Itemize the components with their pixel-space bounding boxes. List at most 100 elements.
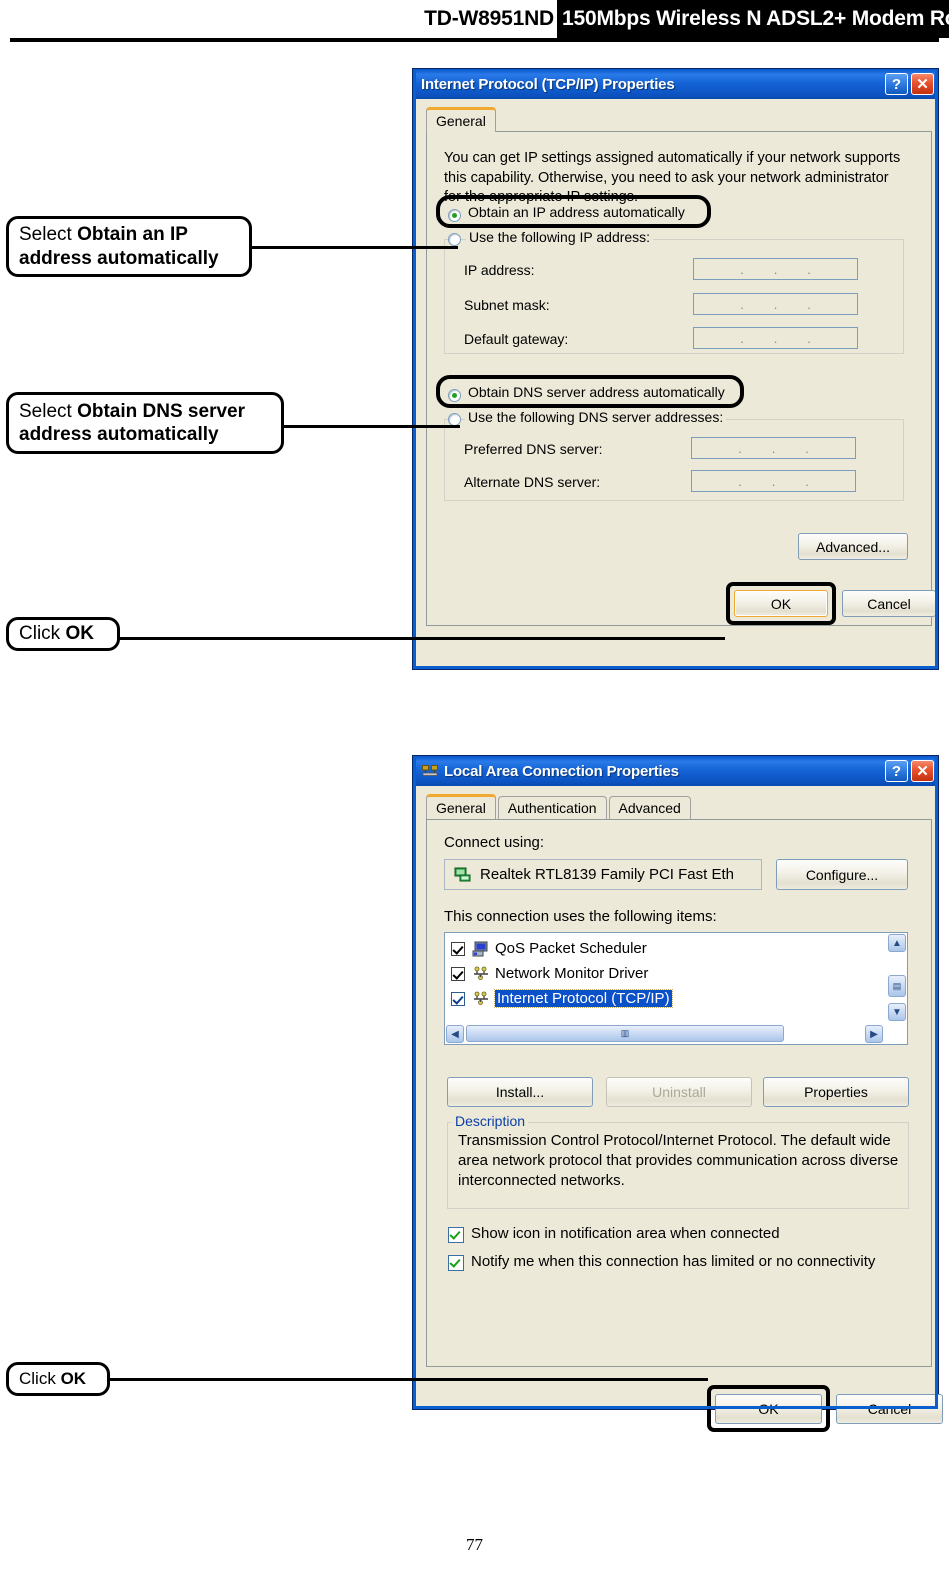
checkbox-notify-me[interactable]: [448, 1255, 464, 1271]
tabstrip: General: [426, 107, 498, 132]
help-icon[interactable]: ?: [885, 760, 908, 782]
ok-button[interactable]: OK: [715, 1394, 822, 1424]
callout-text: Select Obtain DNS server address automati…: [19, 400, 245, 446]
default-gateway-label: Default gateway:: [464, 331, 569, 347]
preferred-dns-dots: ...: [738, 440, 839, 456]
callout-prefix: Select: [19, 224, 78, 246]
callout-text: Select Obtain an IP address automatically: [19, 223, 219, 269]
scroll-thumb-vertical[interactable]: ▤: [888, 975, 906, 997]
uninstall-button: Uninstall: [606, 1077, 752, 1107]
tab-general[interactable]: General: [426, 794, 496, 819]
titlebar: Local Area Connection Properties ? ✕: [413, 756, 938, 786]
network-connection-icon: [421, 762, 439, 780]
scroll-right-icon[interactable]: ▶: [865, 1025, 883, 1043]
titlebar-buttons: ? ✕: [885, 760, 934, 782]
checkbox-notify-me-label: Notify me when this connection has limit…: [471, 1253, 876, 1270]
ip-address-dots: ...: [740, 261, 841, 277]
listbox-vertical-scrollbar[interactable]: ▲ ▤ ▼: [887, 933, 907, 1025]
cancel-button[interactable]: Cancel: [842, 590, 936, 617]
connect-using-label: Connect using:: [444, 834, 545, 851]
help-icon[interactable]: ?: [885, 73, 908, 95]
description-label: Description: [452, 1113, 529, 1129]
callout-click-ok-2: Click OK: [6, 1362, 110, 1396]
network-items-listbox[interactable]: QoS Packet Scheduler Network Monitor Dri…: [444, 932, 908, 1045]
dialog-body: General You can get IP settings assigned…: [416, 99, 936, 666]
tab-advanced[interactable]: Advanced: [608, 796, 691, 819]
subnet-mask-field[interactable]: ...: [693, 293, 858, 315]
leader-line-obtain-ip: [250, 246, 458, 249]
list-item[interactable]: Network Monitor Driver: [445, 961, 907, 986]
ok-button[interactable]: OK: [734, 590, 828, 617]
dialog-body: General Authentication Advanced Connect …: [416, 786, 943, 1432]
preferred-dns-label: Preferred DNS server:: [464, 441, 603, 457]
scroll-down-icon[interactable]: ▼: [888, 1003, 906, 1021]
radio-obtain-ip-automatically[interactable]: [448, 209, 461, 222]
header-rule: [10, 38, 939, 42]
leader-line-click-ok-1: [118, 637, 725, 640]
items-label: This connection uses the following items…: [444, 908, 717, 925]
callout-select-obtain-ip: Select Obtain an IP address automatically: [6, 216, 252, 277]
close-icon[interactable]: ✕: [911, 73, 934, 95]
checkbox-show-icon[interactable]: [448, 1227, 464, 1243]
list-item[interactable]: QoS Packet Scheduler: [445, 936, 907, 961]
checkbox-qos[interactable]: [451, 941, 465, 956]
radio-use-following-ip[interactable]: [448, 233, 461, 246]
scroll-thumb-horizontal[interactable]: ▥: [466, 1025, 784, 1042]
header-model-name: TD-W8951ND: [424, 7, 554, 30]
leader-line-click-ok-2: [108, 1378, 708, 1381]
use-following-ip-label: Use the following IP address:: [466, 229, 654, 245]
ip-address-field[interactable]: ...: [693, 258, 858, 280]
tab-authentication[interactable]: Authentication: [497, 796, 607, 819]
dialog-title: Internet Protocol (TCP/IP) Properties: [421, 75, 675, 93]
callout-bold: OK: [60, 1368, 87, 1388]
preferred-dns-field[interactable]: ...: [691, 437, 856, 459]
configure-button[interactable]: Configure...: [776, 859, 908, 890]
list-item-label-selected: Internet Protocol (TCP/IP): [494, 989, 673, 1008]
alternate-dns-field[interactable]: ...: [691, 470, 856, 492]
scroll-up-icon[interactable]: ▲: [888, 934, 906, 952]
description-text: Transmission Control Protocol/Internet P…: [458, 1132, 899, 1189]
checkbox-network-monitor[interactable]: [451, 966, 465, 981]
ip-address-label: IP address:: [464, 262, 535, 278]
subnet-mask-label: Subnet mask:: [464, 297, 550, 313]
list-item-label: Network Monitor Driver: [495, 965, 649, 982]
checkbox-internet-protocol[interactable]: [451, 991, 465, 1006]
tabstrip: General Authentication Advanced: [426, 794, 693, 819]
header-guide-title: 150Mbps Wireless N ADSL2+ Modem Router U…: [562, 7, 949, 30]
protocol-icon: [472, 966, 490, 982]
radio-obtain-dns-automatically[interactable]: [448, 389, 461, 402]
scroll-left-icon[interactable]: ◀: [446, 1025, 464, 1043]
protocol-icon: [472, 991, 490, 1007]
radio-obtain-dns-label: Obtain DNS server address automatically: [468, 384, 725, 400]
callout-click-ok-1: Click OK: [6, 617, 120, 651]
properties-button[interactable]: Properties: [763, 1077, 909, 1107]
intro-text: You can get IP settings assigned automat…: [444, 150, 901, 206]
leader-line-obtain-dns: [280, 425, 460, 428]
list-item[interactable]: Internet Protocol (TCP/IP): [445, 986, 907, 1011]
install-button[interactable]: Install...: [447, 1077, 593, 1107]
alternate-dns-dots: ...: [738, 473, 839, 489]
callout-bold: Obtain DNS server: [77, 400, 245, 422]
close-icon[interactable]: ✕: [911, 760, 934, 782]
alternate-dns-label: Alternate DNS server:: [464, 474, 601, 490]
local-area-connection-properties-dialog: Local Area Connection Properties ? ✕ Gen…: [412, 755, 943, 1432]
callout-bold: Obtain an IP: [77, 224, 188, 246]
cancel-button[interactable]: Cancel: [836, 1394, 943, 1424]
callout-prefix: Click: [19, 623, 66, 645]
adapter-name: Realtek RTL8139 Family PCI Fast Eth: [480, 866, 734, 883]
callout-bold2: address automatically: [19, 424, 219, 445]
subnet-mask-dots: ...: [740, 296, 841, 312]
adapter-combo[interactable]: Realtek RTL8139 Family PCI Fast Eth: [444, 859, 762, 890]
list-item-label: QoS Packet Scheduler: [495, 940, 647, 957]
advanced-button[interactable]: Advanced...: [798, 533, 908, 560]
tab-general[interactable]: General: [426, 107, 496, 132]
computer-icon: [472, 941, 490, 957]
callout-select-obtain-dns: Select Obtain DNS server address automati…: [6, 392, 284, 454]
callout-prefix: Click: [19, 1368, 61, 1388]
callout-bold: OK: [65, 623, 94, 645]
internet-protocol-properties-dialog: Internet Protocol (TCP/IP) Properties ? …: [412, 68, 939, 670]
default-gateway-field[interactable]: ...: [693, 327, 858, 349]
listbox-horizontal-scrollbar[interactable]: ◀ ▥ ▶: [445, 1024, 907, 1044]
titlebar: Internet Protocol (TCP/IP) Properties ? …: [413, 69, 938, 99]
dialog-title: Local Area Connection Properties: [444, 762, 679, 780]
